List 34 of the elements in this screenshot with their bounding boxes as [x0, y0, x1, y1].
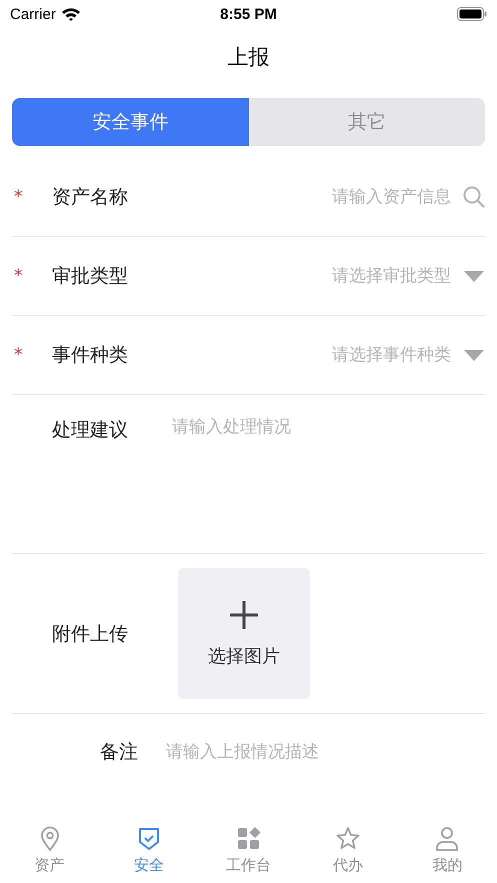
choose-image-button[interactable]: 选择图片 [178, 568, 310, 699]
field-label: 资产名称 [52, 185, 129, 210]
field-label: 处理建议 [52, 418, 129, 443]
search-icon[interactable] [463, 186, 485, 208]
field-label: 审批类型 [52, 264, 129, 289]
shield-check-icon [137, 826, 162, 852]
input-field[interactable]: 请输入资产信息 [144, 186, 453, 208]
grid-icon [236, 826, 261, 852]
battery-icon [456, 7, 487, 21]
input-field[interactable]: 请选择事件种类 [144, 344, 453, 366]
segment-tab[interactable]: 安全事件 [12, 98, 248, 146]
carrier-name: Carrier [10, 6, 56, 22]
field-label: 备注 [99, 740, 139, 764]
star-icon [336, 826, 360, 852]
input-field[interactable]: 请输入上报情况描述 [144, 740, 485, 762]
required-asterisk: * [13, 345, 24, 365]
wifi-icon [60, 7, 81, 21]
tab-bar-item[interactable]: 代办 [298, 826, 398, 883]
user-icon [435, 826, 460, 852]
plus-icon [229, 600, 259, 630]
required-asterisk: * [13, 187, 24, 207]
required-asterisk: * [13, 266, 24, 286]
caret-icon[interactable] [463, 348, 485, 362]
status-time: 8:55 PM [220, 6, 277, 22]
caret-icon[interactable] [463, 269, 485, 283]
tab-bar-item[interactable]: 资产 [0, 826, 100, 883]
tab-bar-item[interactable]: 我的 [398, 826, 497, 883]
field-label: 事件种类 [52, 343, 129, 368]
page-title: 上报 [226, 44, 270, 71]
text-area[interactable]: 请输入处理情况 [144, 415, 485, 525]
tab-bar-item[interactable]: 安全 [99, 826, 199, 883]
field-label: 附件上传 [52, 622, 129, 646]
tab-bar-item[interactable]: 工作台 [198, 826, 298, 883]
input-field[interactable]: 请选择审批类型 [144, 265, 453, 287]
